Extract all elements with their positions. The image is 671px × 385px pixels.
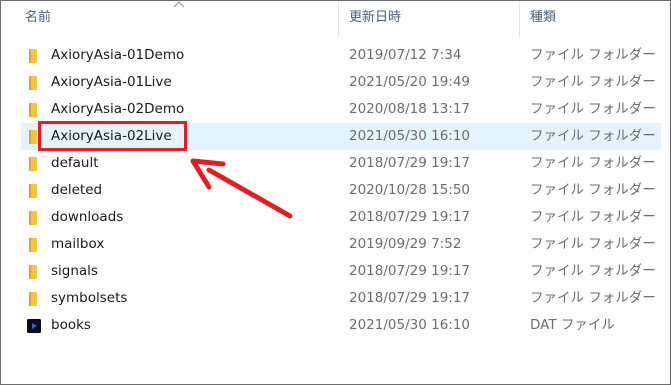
folder-icon xyxy=(29,292,37,306)
file-name: symbolsets xyxy=(51,290,128,306)
file-date-modified: 2019/09/29 7:52 xyxy=(349,236,462,252)
file-date-modified: 2021/05/30 16:10 xyxy=(349,128,471,144)
dat-file-icon xyxy=(27,319,41,333)
file-date-modified: 2018/07/29 19:17 xyxy=(349,155,471,171)
file-date-modified: 2021/05/30 16:10 xyxy=(349,317,471,333)
file-type: ファイル フォルダー xyxy=(530,101,656,117)
file-type: ファイル フォルダー xyxy=(530,155,656,171)
file-name: AxioryAsia-02Demo xyxy=(51,101,185,117)
file-date-modified: 2018/07/29 19:17 xyxy=(349,290,471,306)
file-list: AxioryAsia-01Demo 2019/07/12 7:34 ファイル フォル… xyxy=(1,42,670,339)
file-date-modified: 2020/08/18 13:17 xyxy=(349,101,471,117)
file-date-modified: 2020/10/28 15:50 xyxy=(349,182,471,198)
column-header-name[interactable]: 名前 xyxy=(25,1,51,37)
folder-icon xyxy=(29,265,37,279)
file-row[interactable]: default 2018/07/29 19:17 ファイル フォルダー xyxy=(1,150,670,177)
file-name: deleted xyxy=(51,182,103,198)
file-row[interactable]: AxioryAsia-02Live 2021/05/30 16:10 ファイル フォ… xyxy=(1,123,670,150)
folder-icon xyxy=(29,130,37,144)
file-type: ファイル フォルダー xyxy=(530,236,656,252)
file-row[interactable]: mailbox 2019/09/29 7:52 ファイル フォルダー xyxy=(1,231,670,258)
file-name: default xyxy=(51,155,99,171)
column-header-date-modified[interactable]: 更新日時 xyxy=(349,1,401,37)
column-divider[interactable] xyxy=(519,1,520,37)
file-row[interactable]: AxioryAsia-01Demo 2019/07/12 7:34 ファイル フォル… xyxy=(1,42,670,69)
file-row[interactable]: AxioryAsia-02Demo 2020/08/18 13:17 ファイル フォ… xyxy=(1,96,670,123)
file-name: AxioryAsia-02Live xyxy=(51,128,172,144)
folder-icon xyxy=(29,238,37,252)
file-type: ファイル フォルダー xyxy=(530,209,656,225)
file-name: signals xyxy=(51,263,98,279)
file-type: ファイル フォルダー xyxy=(530,128,656,144)
folder-icon xyxy=(29,211,37,225)
file-name: mailbox xyxy=(51,236,105,252)
file-row[interactable]: AxioryAsia-01Live 2021/05/20 19:49 ファイル フォ… xyxy=(1,69,670,96)
folder-icon xyxy=(29,184,37,198)
file-row[interactable]: signals 2018/07/29 19:17 ファイル フォルダー xyxy=(1,258,670,285)
file-name: books xyxy=(51,317,91,333)
file-date-modified: 2019/07/12 7:34 xyxy=(349,47,462,63)
file-name: downloads xyxy=(51,209,124,225)
file-type: ファイル フォルダー xyxy=(530,290,656,306)
column-header-bar: 名前 更新日時 種類 xyxy=(1,1,670,37)
file-type: ファイル フォルダー xyxy=(530,263,656,279)
file-row[interactable]: deleted 2020/10/28 15:50 ファイル フォルダー xyxy=(1,177,670,204)
file-explorer-window: 名前 更新日時 種類 AxioryAsia-01Demo 2019/07/12 7… xyxy=(0,0,671,385)
file-date-modified: 2018/07/29 19:17 xyxy=(349,263,471,279)
file-date-modified: 2018/07/29 19:17 xyxy=(349,209,471,225)
folder-icon xyxy=(29,103,37,117)
file-type: DAT ファイル xyxy=(530,317,615,333)
folder-icon xyxy=(29,76,37,90)
sort-ascending-icon xyxy=(173,1,185,8)
file-type: ファイル フォルダー xyxy=(530,182,656,198)
file-row[interactable]: symbolsets 2018/07/29 19:17 ファイル フォルダー xyxy=(1,285,670,312)
column-header-type[interactable]: 種類 xyxy=(530,1,556,37)
column-divider[interactable] xyxy=(338,1,339,37)
file-row[interactable]: downloads 2018/07/29 19:17 ファイル フォルダー xyxy=(1,204,670,231)
file-name: AxioryAsia-01Demo xyxy=(51,47,185,63)
folder-icon xyxy=(29,49,37,63)
file-row[interactable]: books 2021/05/30 16:10 DAT ファイル xyxy=(1,312,670,339)
file-type: ファイル フォルダー xyxy=(530,47,656,63)
folder-icon xyxy=(29,157,37,171)
file-date-modified: 2021/05/20 19:49 xyxy=(349,74,471,90)
file-name: AxioryAsia-01Live xyxy=(51,74,172,90)
file-type: ファイル フォルダー xyxy=(530,74,656,90)
